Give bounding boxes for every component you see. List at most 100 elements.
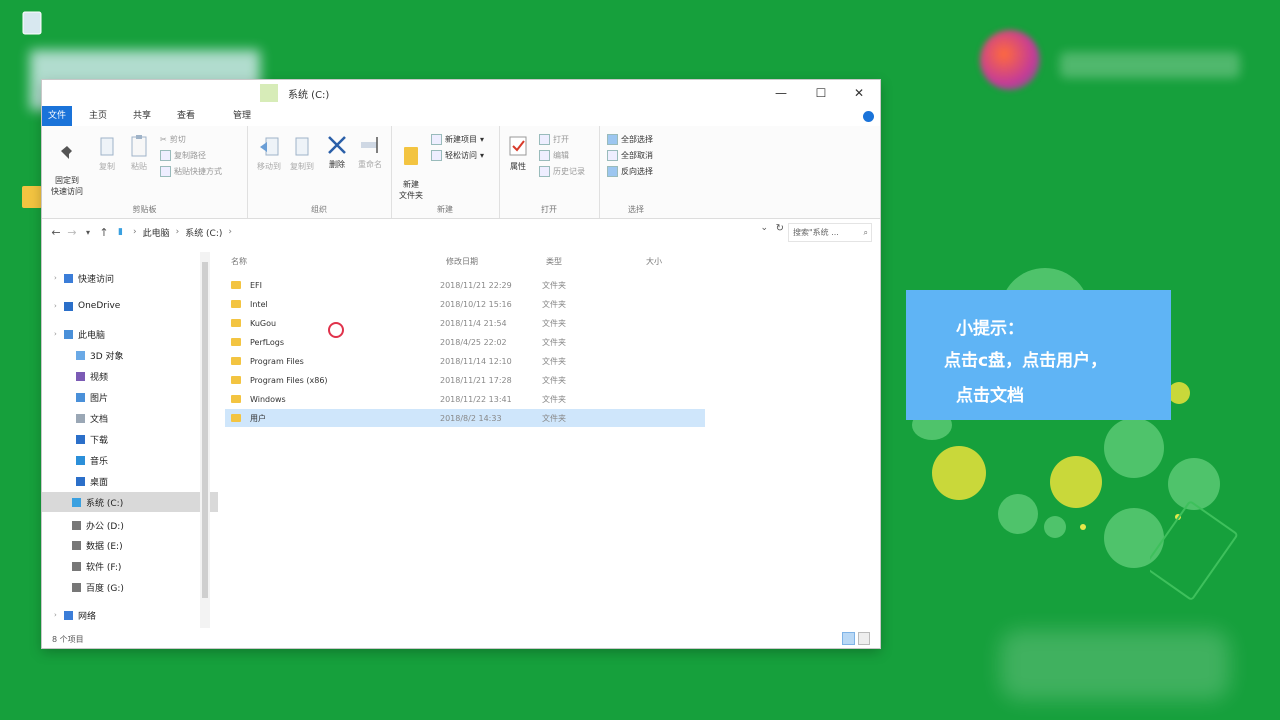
desktop-recycle-bin-icon[interactable] [12,8,52,41]
nav-item[interactable]: 数据 (E:) [42,535,218,555]
nav-item[interactable]: 系统 (C:) [42,492,218,512]
file-type: 文件夹 [542,356,566,366]
table-row[interactable]: Program Files (x86) 2018/11/21 17:28 文件夹 [225,371,705,389]
nav-item[interactable]: 下载 [42,429,222,449]
nav-item[interactable]: 图片 [42,387,222,407]
ribbon-tabs: 文件 主页 共享 查看 管理 [42,106,880,126]
expand-arrow-icon[interactable]: › [54,611,64,619]
clipboard-group: 固定到 快速访问 复制 粘贴 ✂ 剪切 复制路径 粘贴快捷方式 剪贴板 [42,126,248,218]
column-header-type[interactable]: 类型 [546,256,562,267]
tip-line-1: 点击c盘，点击用户， [944,351,1108,371]
paste-shortcut-button[interactable]: 粘贴快捷方式 [160,166,222,177]
search-placeholder: 搜索"系统 ... [793,228,839,237]
file-name: EFI [250,280,263,290]
nav-item[interactable]: 3D 对象 [42,345,222,365]
tab-share[interactable]: 共享 [120,106,164,126]
table-row[interactable]: KuGou 2018/11/4 21:54 文件夹 [225,314,705,332]
new-item-dropdown-icon: ▾ [480,135,485,144]
file-date: 2018/4/25 22:02 [440,337,507,347]
move-to-button[interactable]: 移动到 [253,136,285,172]
edit-button[interactable]: 编辑 [539,150,569,161]
nav-item[interactable]: 桌面 [42,471,222,491]
table-row[interactable]: 用户 2018/8/2 14:33 文件夹 [225,409,705,427]
tab-manage[interactable]: 管理 [220,106,264,126]
nav-item[interactable]: › 此电脑 [42,324,210,344]
tab-view[interactable]: 查看 [164,106,208,126]
copy-path-icon [160,150,171,161]
column-header-date[interactable]: 修改日期 [446,256,478,267]
copy-to-button[interactable]: 复制到 [287,136,317,172]
expand-arrow-icon[interactable]: › [54,330,64,338]
rename-label: 重命名 [358,160,382,169]
file-name: Program Files [250,356,304,366]
forward-arrow-icon[interactable]: → [64,226,80,239]
delete-button[interactable]: 删除 [323,134,351,170]
copy-path-button[interactable]: 复制路径 [160,150,206,161]
cut-button[interactable]: ✂ 剪切 [160,134,186,145]
crumb-this-pc[interactable]: 此电脑 [143,226,170,239]
nav-item-label: 数据 (E:) [86,541,123,552]
open-button[interactable]: 打开 [539,134,569,145]
nav-scrollbar-thumb[interactable] [202,262,208,598]
history-button[interactable]: 历史记录 [539,166,585,177]
nav-item[interactable]: 音乐 [42,450,222,470]
address-bar: ← → ▾ ↑ ▮ › 此电脑 › 系统 (C:) › ⌄ ↻ 搜索"系统 ..… [42,220,880,244]
properties-button[interactable]: 属性 [505,134,531,172]
nav-item[interactable]: › OneDrive [42,296,210,316]
nav-item-label: 系统 (C:) [86,498,124,509]
invert-selection-button[interactable]: 反向选择 [607,166,653,177]
paste-button[interactable]: 粘贴 [126,134,152,172]
nav-item[interactable]: 软件 (F:) [42,556,218,576]
copy-button[interactable]: 复制 [94,136,120,172]
paste-label: 粘贴 [131,162,147,171]
easy-access-button[interactable]: 轻松访问 ▾ [431,150,484,161]
new-item-button[interactable]: 新建项目 ▾ [431,134,484,145]
folder-icon [231,395,241,403]
quick-access-toolbar-icon[interactable] [260,84,278,102]
large-icons-view-icon[interactable] [857,632,870,645]
nav-item[interactable]: › 网络 [42,605,210,625]
table-row[interactable]: Program Files 2018/11/14 12:10 文件夹 [225,352,705,370]
nav-item[interactable]: › 快速访问 [42,268,210,288]
nav-item-label: OneDrive [78,301,121,311]
up-arrow-icon[interactable]: ↑ [96,226,112,239]
maximize-button[interactable]: ☐ [808,84,834,102]
pin-quick-access-button[interactable]: 固定到 快速访问 [46,136,88,197]
column-header-size[interactable]: 大小 [646,256,662,267]
refresh-icon[interactable]: ↻ [776,223,784,234]
rename-button[interactable]: 重命名 [355,134,385,170]
nav-item[interactable]: 视频 [42,366,222,386]
file-type: 文件夹 [542,337,566,347]
drive-icon [72,561,81,571]
easy-access-dropdown-icon: ▾ [480,151,485,160]
table-row[interactable]: PerfLogs 2018/4/25 22:02 文件夹 [225,333,705,351]
new-folder-button[interactable]: 新建 文件夹 [395,134,427,201]
file-date: 2018/11/22 13:41 [440,394,512,404]
nav-item[interactable]: 办公 (D:) [42,515,218,535]
column-header-name[interactable]: 名称 [231,256,247,267]
minimize-button[interactable]: — [768,84,794,102]
table-row[interactable]: Windows 2018/11/22 13:41 文件夹 [225,390,705,408]
breadcrumb[interactable]: ▮ › 此电脑 › 系统 (C:) › [118,226,238,239]
select-none-button[interactable]: 全部取消 [607,150,653,161]
tab-home[interactable]: 主页 [76,106,120,126]
crumb-drive-c[interactable]: 系统 (C:) [185,226,222,239]
expand-arrow-icon[interactable]: › [54,302,64,310]
nav-item[interactable]: 百度 (G:) [42,577,218,597]
recent-dropdown-icon[interactable]: ▾ [80,228,96,237]
tab-file[interactable]: 文件 [42,106,72,126]
table-row[interactable]: Intel 2018/10/12 15:16 文件夹 [225,295,705,313]
close-button[interactable]: ✕ [846,84,872,102]
back-arrow-icon[interactable]: ← [48,226,64,239]
nav-item[interactable]: 文档 [42,408,222,428]
help-icon[interactable] [863,111,874,122]
file-name: Windows [250,394,286,404]
expand-arrow-icon[interactable]: › [54,274,64,282]
select-all-button[interactable]: 全部选择 [607,134,653,145]
delete-label: 删除 [329,160,345,169]
details-view-icon[interactable] [842,632,855,645]
table-row[interactable]: EFI 2018/11/21 22:29 文件夹 [225,276,705,294]
search-input[interactable]: 搜索"系统 ... ⌕ [788,223,872,242]
address-dropdown-icon[interactable]: ⌄ [760,223,768,233]
download-icon [76,434,85,444]
